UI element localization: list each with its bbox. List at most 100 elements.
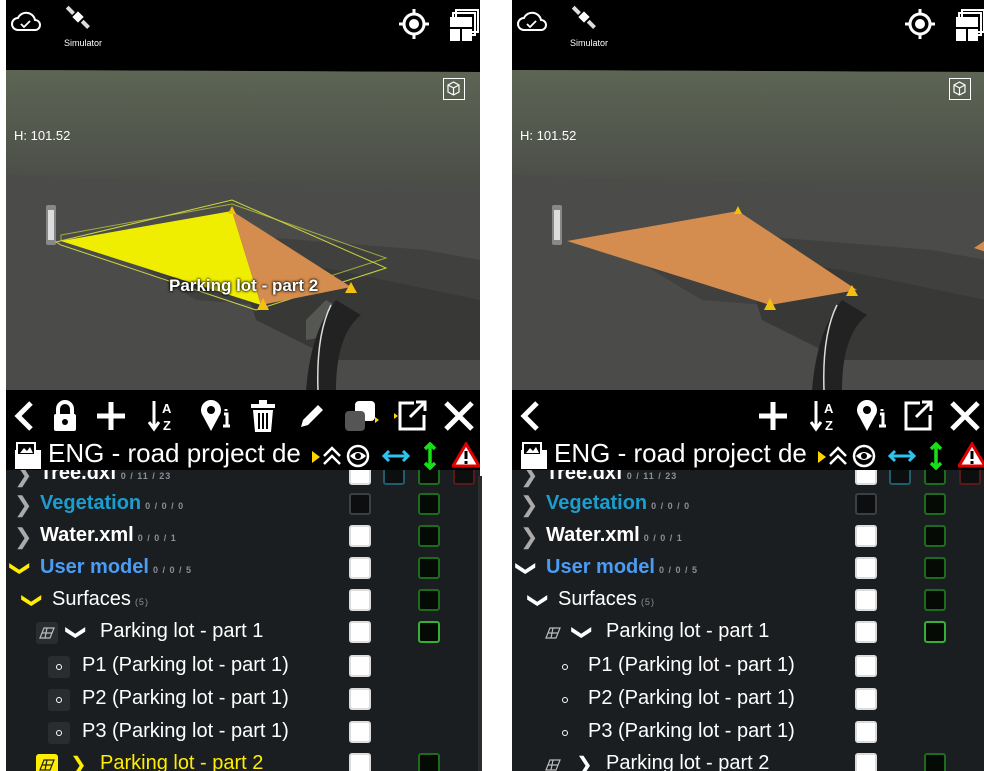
vertical-checkbox[interactable] [418,589,440,611]
visibility-checkbox[interactable] [349,753,371,771]
visibility-checkbox[interactable] [855,688,877,710]
visibility-checkbox[interactable] [855,525,877,547]
view-cube-icon[interactable] [443,78,465,100]
visibility-checkbox[interactable] [855,621,877,643]
tree-row-p1[interactable]: P1 (Parking lot - part 1) [512,650,984,683]
vertical-checkbox[interactable] [418,470,440,485]
chevron-right-icon[interactable]: ❯ [14,492,32,518]
visibility-checkbox[interactable] [855,721,877,743]
visibility-checkbox[interactable] [349,688,371,710]
point-info-icon[interactable] [854,396,890,436]
vertical-checkbox[interactable] [924,470,946,485]
tree-scrollbar[interactable] [478,476,482,771]
visibility-checkbox[interactable] [349,525,371,547]
vertical-checkbox[interactable] [924,621,946,643]
3d-viewport[interactable]: Simulator H: 101.52 Parking lot - part 2 [6,0,480,390]
visibility-checkbox[interactable] [855,655,877,677]
chevron-right-icon[interactable]: ❯ [14,470,32,488]
layer-tree[interactable]: ❯ Tree.dxf 0 / 11 / 23 ❯ Vegetation 0 / 0 … [512,470,984,771]
vertical-checkbox[interactable] [418,621,440,643]
vertical-checkbox[interactable] [924,493,946,515]
back-icon[interactable] [10,396,38,436]
open-external-icon[interactable] [900,396,934,436]
tree-row-surfaces[interactable]: ❯ Surfaces (5) [6,584,480,617]
chevron-right-icon[interactable]: ❯ [70,752,87,771]
delete-icon[interactable] [248,396,278,436]
tree-row-user-model[interactable]: ❯ User model 0 / 0 / 5 [512,552,984,585]
back-icon[interactable] [516,396,544,436]
tree-row-vegetation[interactable]: ❯ Vegetation 0 / 0 / 0 [6,488,480,521]
visibility-checkbox[interactable] [349,470,371,485]
vertical-checkbox[interactable] [924,525,946,547]
add-icon[interactable] [94,396,128,436]
project-title[interactable]: ENG - road project de [48,438,308,469]
chevron-right-icon[interactable]: ❯ [576,752,593,771]
visibility-checkbox[interactable] [349,589,371,611]
vertical-checkbox[interactable] [924,753,946,771]
visibility-checkbox[interactable] [855,589,877,611]
visibility-checkbox[interactable] [855,557,877,579]
tree-row-parking-lot-2[interactable]: ❯ Parking lot - part 2 [6,748,480,771]
visibility-checkbox[interactable] [349,621,371,643]
visibility-checkbox[interactable] [349,493,371,515]
chevron-down-icon[interactable]: ❯ [514,560,539,577]
chevron-down-icon[interactable]: ❯ [64,624,89,641]
project-title[interactable]: ENG - road project de [554,438,814,469]
close-icon[interactable] [948,396,982,436]
open-external-icon[interactable] [394,396,428,436]
lock-icon[interactable] [50,396,80,436]
chevron-down-icon[interactable]: ❯ [20,592,45,609]
visibility-checkbox[interactable] [855,753,877,771]
collapse-all-icon[interactable] [827,444,849,473]
visibility-checkbox[interactable] [855,493,877,515]
tree-row-parking-lot-1[interactable]: ❯ Parking lot - part 1 [6,616,480,649]
horizontal-arrows-icon[interactable] [887,448,917,469]
collapse-all-icon[interactable] [321,444,343,473]
edit-icon[interactable] [296,396,328,436]
close-icon[interactable] [442,396,476,436]
chevron-down-icon[interactable]: ❯ [8,560,33,577]
warning-checkbox[interactable] [453,470,475,485]
visibility-checkbox[interactable] [349,655,371,677]
horizontal-arrows-icon[interactable] [381,448,411,469]
vertical-checkbox[interactable] [418,557,440,579]
tree-row-p1[interactable]: P1 (Parking lot - part 1) [6,650,480,683]
chevron-right-icon[interactable]: ❯ [520,524,538,550]
vertical-checkbox[interactable] [418,525,440,547]
tree-row-vegetation[interactable]: ❯ Vegetation 0 / 0 / 0 [512,488,984,521]
warning-icon[interactable] [956,441,984,473]
layer-tree[interactable]: ❯ Tree.dxf 0 / 11 / 23 ❯ Vegetation 0 / 0 … [6,470,480,771]
tree-row-p3[interactable]: P3 (Parking lot - part 1) [6,716,480,749]
vertical-checkbox[interactable] [924,589,946,611]
view-cube-icon[interactable] [949,78,971,100]
3d-viewport[interactable]: Simulator H: 101.52 [512,0,984,390]
tree-row-user-model[interactable]: ❯ User model 0 / 0 / 5 [6,552,480,585]
chevron-down-icon[interactable]: ❯ [570,624,595,641]
copy-icon[interactable] [343,396,379,436]
tree-row-parking-lot-2[interactable]: ❯ Parking lot - part 2 [512,748,984,771]
warning-checkbox[interactable] [959,470,981,485]
visibility-icon[interactable] [851,444,877,473]
tree-row-p2[interactable]: P2 (Parking lot - part 1) [512,683,984,716]
add-icon[interactable] [756,396,790,436]
warning-icon[interactable] [450,441,480,473]
vertical-checkbox[interactable] [418,493,440,515]
visibility-checkbox[interactable] [855,470,877,485]
vertical-checkbox[interactable] [418,753,440,771]
chevron-right-icon[interactable]: ❯ [520,470,538,488]
visibility-icon[interactable] [345,444,371,473]
sort-az-icon[interactable]: AZ [808,396,842,436]
tree-row-surfaces[interactable]: ❯ Surfaces (5) [512,584,984,617]
sort-az-icon[interactable]: AZ [146,396,180,436]
vertical-checkbox[interactable] [924,557,946,579]
visibility-checkbox[interactable] [349,721,371,743]
chevron-down-icon[interactable]: ❯ [526,592,551,609]
chevron-right-icon[interactable]: ❯ [14,524,32,550]
visibility-checkbox[interactable] [349,557,371,579]
point-info-icon[interactable] [198,396,234,436]
tree-row-p3[interactable]: P3 (Parking lot - part 1) [512,716,984,749]
tree-row-p2[interactable]: P2 (Parking lot - part 1) [6,683,480,716]
tree-row-parking-lot-1[interactable]: ❯ Parking lot - part 1 [512,616,984,649]
tree-row-water[interactable]: ❯ Water.xml 0 / 0 / 1 [6,520,480,553]
tree-row-water[interactable]: ❯ Water.xml 0 / 0 / 1 [512,520,984,553]
